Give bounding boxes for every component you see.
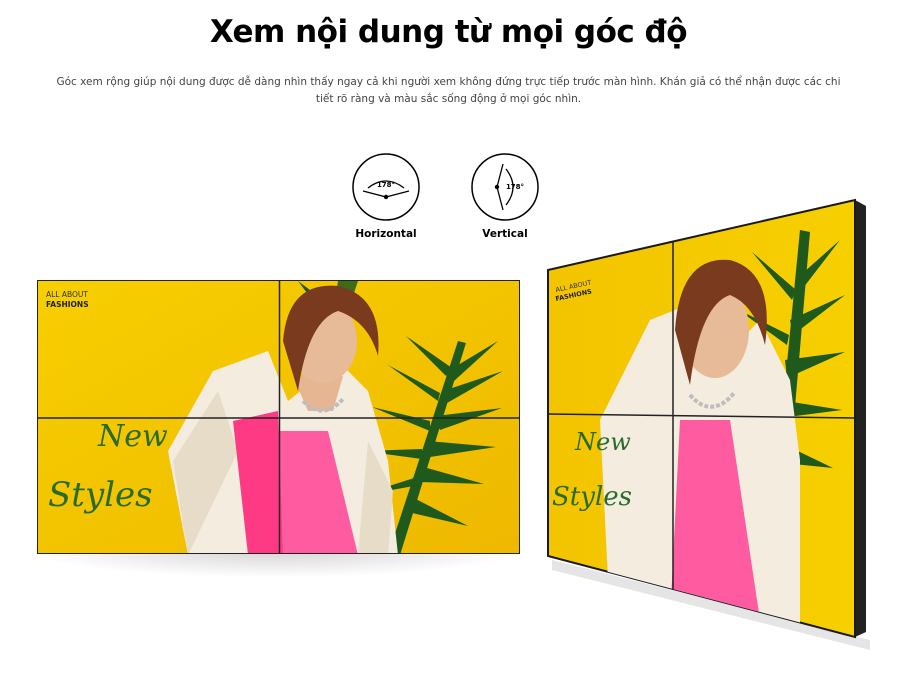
horizontal-view-angle-icon: 178° xyxy=(352,153,420,221)
horizontal-angle-feature: 178° Horizontal xyxy=(336,152,436,240)
page-title: Xem nội dung từ mọi góc độ xyxy=(209,14,688,50)
vertical-view-angle-icon: 178° xyxy=(471,153,539,221)
angled-overlay-fashions: FASHIONS xyxy=(555,287,593,303)
horizontal-angle-label: Horizontal xyxy=(355,228,417,240)
vertical-angle-degrees: 178° xyxy=(506,183,524,191)
page-description: Góc xem rộng giúp nội dung được dễ dàng … xyxy=(56,76,841,105)
angled-script-new: New xyxy=(574,428,631,456)
angled-overlay-all-about: ALL ABOUT xyxy=(555,279,592,294)
overlay-all-about: ALL ABOUT xyxy=(46,290,88,299)
overlay-fashions: FASHIONS xyxy=(46,300,89,309)
script-styles: Styles xyxy=(48,475,153,515)
script-new: New xyxy=(97,419,168,454)
flat-wall-artwork: ALL ABOUT FASHIONS New Styles xyxy=(38,281,519,553)
horizontal-angle-degrees: 178° xyxy=(377,181,395,189)
vertical-angle-label: Vertical xyxy=(482,228,528,240)
angled-script-styles: Styles xyxy=(552,482,632,512)
flat-video-wall: ALL ABOUT FASHIONS New Styles xyxy=(37,280,520,554)
vertical-angle-feature: 178° Vertical xyxy=(455,152,555,240)
